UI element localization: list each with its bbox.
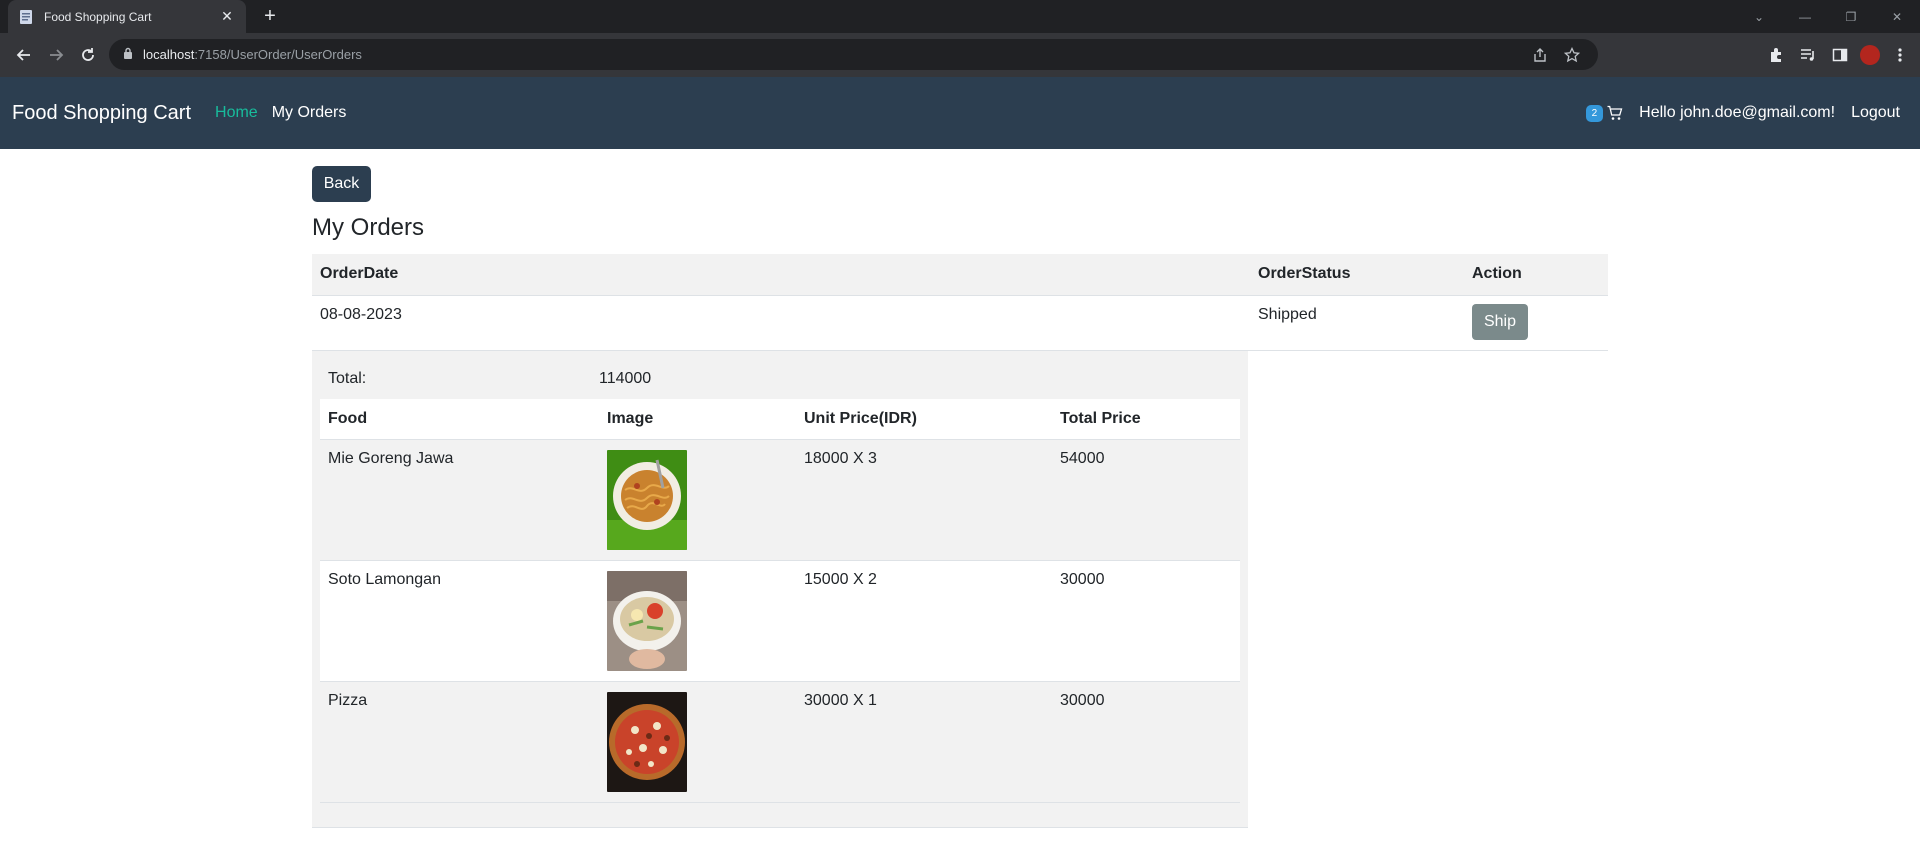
item-unit-price: 15000 X 2 bbox=[796, 560, 1052, 682]
item-total-price: 30000 bbox=[1052, 560, 1240, 682]
items-header-row: Food Image Unit Price(IDR) Total Price bbox=[320, 398, 1240, 440]
extensions-puzzle-icon[interactable] bbox=[1764, 39, 1788, 71]
item-food: Mie Goreng Jawa bbox=[320, 439, 599, 561]
item-total-price: 54000 bbox=[1052, 439, 1240, 561]
menu-kebab-icon[interactable] bbox=[1888, 39, 1912, 71]
bookmark-star-icon[interactable] bbox=[1560, 43, 1584, 67]
soto-image bbox=[607, 571, 687, 671]
orders-header-row: OrderDate OrderStatus Action bbox=[312, 254, 1608, 296]
logout-link[interactable]: Logout bbox=[1851, 104, 1900, 122]
column-header-order-date: OrderDate bbox=[312, 254, 1250, 296]
order-status: Shipped bbox=[1250, 295, 1464, 351]
url-path: :7158/UserOrder/UserOrders bbox=[194, 47, 362, 62]
page-title: My Orders bbox=[312, 214, 425, 241]
site-navbar: Food Shopping Cart Home My Orders 2 Hell… bbox=[0, 77, 1920, 149]
side-panel-icon[interactable] bbox=[1828, 39, 1852, 71]
item-row: Mie Goreng Jawa 18000 X 3 54000 bbox=[320, 439, 1240, 561]
item-food: Pizza bbox=[320, 681, 599, 803]
item-unit-price: 18000 X 3 bbox=[796, 439, 1052, 561]
total-label: Total: bbox=[328, 369, 367, 387]
item-row: Pizza 30000 X 1 30000 bbox=[320, 681, 1240, 803]
column-header-image: Image bbox=[599, 398, 796, 440]
order-action-cell: Ship bbox=[1464, 295, 1608, 351]
nav-link-home[interactable]: Home bbox=[215, 104, 258, 122]
main-content: Back My Orders OrderDate OrderStatus Act… bbox=[312, 166, 1608, 828]
browser-toolbar: localhost:7158/UserOrder/UserOrders bbox=[0, 33, 1920, 77]
cart-icon[interactable] bbox=[1607, 105, 1623, 121]
order-date: 08-08-2023 bbox=[312, 295, 1250, 351]
mie-goreng-image bbox=[607, 450, 687, 550]
share-icon[interactable] bbox=[1528, 43, 1552, 67]
order-total-row: Total: 114000 bbox=[320, 359, 1240, 399]
order-row: 08-08-2023 Shipped Ship bbox=[312, 295, 1608, 351]
total-value: 114000 bbox=[599, 369, 652, 387]
item-image-cell bbox=[599, 560, 796, 682]
user-greeting: Hello john.doe@gmail.com! bbox=[1639, 104, 1836, 121]
browser-tabstrip: Food Shopping Cart ✕ + ⌄ — ❐ ✕ bbox=[0, 0, 1920, 33]
media-playlist-icon[interactable] bbox=[1796, 39, 1820, 71]
reload-icon[interactable] bbox=[72, 39, 104, 71]
back-button[interactable]: Back bbox=[312, 166, 371, 202]
cart-count-badge[interactable]: 2 bbox=[1585, 104, 1604, 122]
column-header-unit-price: Unit Price(IDR) bbox=[796, 398, 1052, 440]
item-image-cell bbox=[599, 681, 796, 803]
window-controls: ⌄ — ❐ ✕ bbox=[1736, 0, 1920, 33]
order-items-table: Food Image Unit Price(IDR) Total Price M… bbox=[320, 398, 1240, 803]
minimize-icon[interactable]: — bbox=[1782, 0, 1828, 33]
tab-title: Food Shopping Cart bbox=[44, 9, 152, 24]
browser-tab[interactable]: Food Shopping Cart ✕ bbox=[8, 0, 246, 33]
item-total-price: 30000 bbox=[1052, 681, 1240, 803]
brand-link[interactable]: Food Shopping Cart bbox=[12, 102, 191, 125]
column-header-order-status: OrderStatus bbox=[1250, 254, 1464, 296]
item-unit-price: 30000 X 1 bbox=[796, 681, 1052, 803]
item-row: Soto Lamongan 15000 X 2 30000 bbox=[320, 560, 1240, 682]
page-icon bbox=[18, 9, 34, 25]
tab-search-icon[interactable]: ⌄ bbox=[1736, 0, 1782, 33]
ship-button[interactable]: Ship bbox=[1472, 303, 1528, 340]
new-tab-icon[interactable]: + bbox=[258, 5, 282, 29]
column-header-total-price: Total Price bbox=[1052, 398, 1240, 440]
item-food: Soto Lamongan bbox=[320, 560, 599, 682]
pizza-image bbox=[607, 692, 687, 792]
close-window-icon[interactable]: ✕ bbox=[1874, 0, 1920, 33]
profile-avatar[interactable] bbox=[1860, 45, 1880, 65]
item-image-cell bbox=[599, 439, 796, 561]
url-host: localhost bbox=[143, 47, 195, 62]
restore-icon[interactable]: ❐ bbox=[1828, 0, 1874, 33]
nav-link-my-orders[interactable]: My Orders bbox=[272, 104, 347, 122]
column-header-action: Action bbox=[1464, 254, 1608, 296]
address-bar[interactable]: localhost:7158/UserOrder/UserOrders bbox=[109, 39, 1598, 70]
url-text[interactable]: localhost:7158/UserOrder/UserOrders bbox=[143, 47, 1528, 62]
close-tab-icon[interactable]: ✕ bbox=[218, 8, 236, 25]
column-header-food: Food bbox=[320, 398, 599, 440]
back-arrow-icon[interactable] bbox=[8, 39, 40, 71]
lock-icon[interactable] bbox=[123, 46, 133, 64]
order-details-panel: Total: 114000 Food Image Unit Price(IDR)… bbox=[312, 350, 1248, 828]
forward-arrow-icon[interactable] bbox=[40, 39, 72, 71]
orders-table: OrderDate OrderStatus Action 08-08-2023 … bbox=[312, 254, 1608, 351]
